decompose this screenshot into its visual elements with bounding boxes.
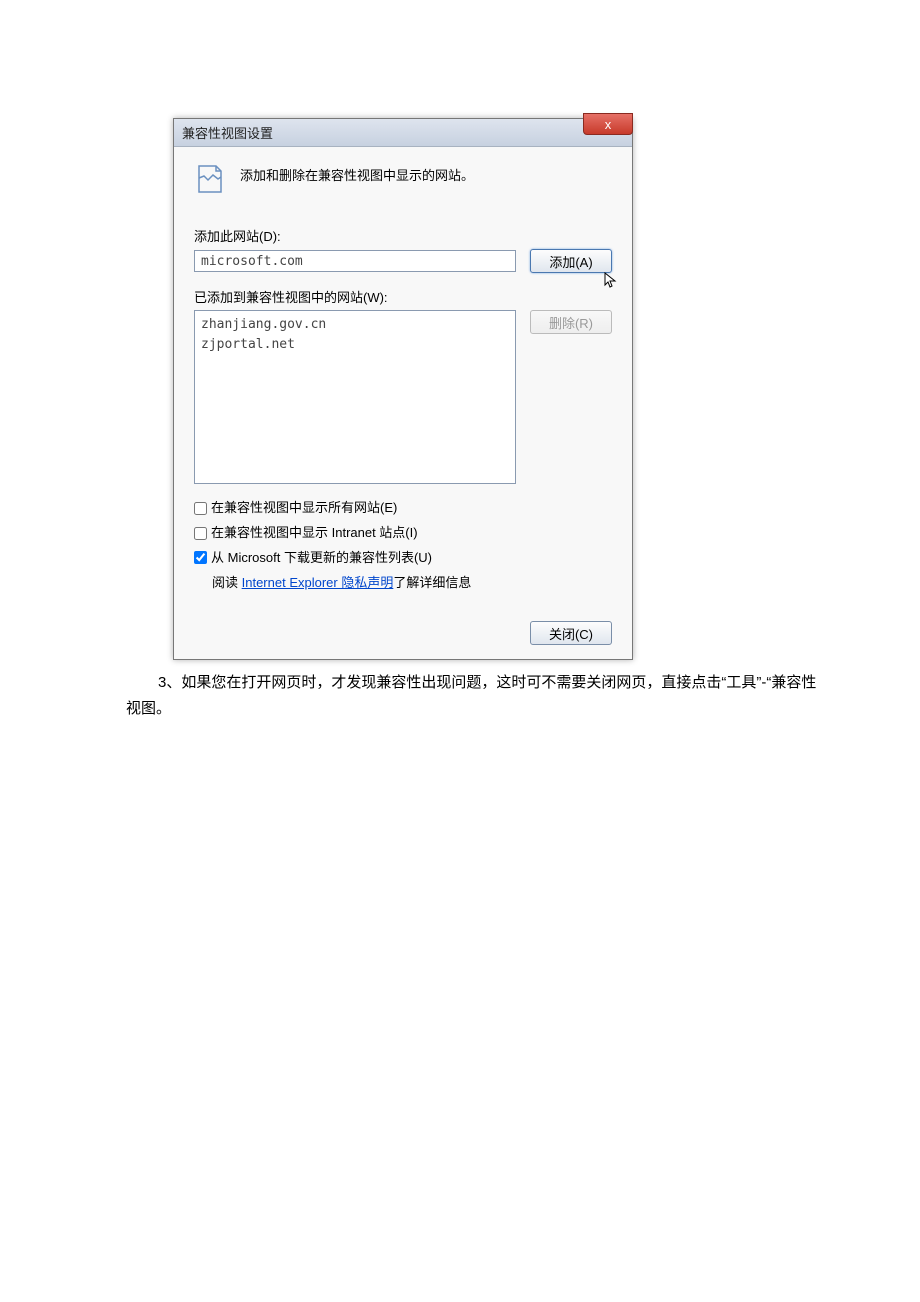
list-item[interactable]: zjportal.net xyxy=(201,335,509,355)
document-paragraph: 3、如果您在打开网页时，才发现兼容性出现问题，这时可不需要关闭网页，直接点击“工… xyxy=(126,670,819,723)
download-list-label: 从 Microsoft 下载更新的兼容性列表(U) xyxy=(211,548,432,569)
footer-row: 关闭(C) xyxy=(194,621,612,645)
close-button[interactable]: 关闭(C) xyxy=(530,621,612,645)
remove-button: 删除(R) xyxy=(530,310,612,334)
dialog-title: 兼容性视图设置 xyxy=(182,123,273,142)
close-icon: x xyxy=(605,117,612,132)
intranet-checkbox[interactable] xyxy=(194,527,207,540)
privacy-prefix: 阅读 xyxy=(212,575,242,590)
download-list-checkbox[interactable] xyxy=(194,551,207,564)
add-button[interactable]: 添加(A) xyxy=(530,249,612,273)
titlebar[interactable]: 兼容性视图设置 x xyxy=(174,119,632,147)
privacy-link[interactable]: Internet Explorer 隐私声明 xyxy=(242,575,394,590)
header-row: 添加和删除在兼容性视图中显示的网站。 xyxy=(194,163,612,198)
download-list-checkbox-row[interactable]: 从 Microsoft 下载更新的兼容性列表(U) xyxy=(194,548,612,569)
privacy-row: 阅读 Internet Explorer 隐私声明了解详细信息 xyxy=(194,572,612,591)
show-all-sites-label: 在兼容性视图中显示所有网站(E) xyxy=(211,498,397,519)
show-all-sites-checkbox-row[interactable]: 在兼容性视图中显示所有网站(E) xyxy=(194,498,612,519)
add-site-input[interactable] xyxy=(194,250,516,272)
header-text: 添加和删除在兼容性视图中显示的网站。 xyxy=(240,163,474,184)
add-site-label: 添加此网站(D): xyxy=(194,226,612,245)
add-site-row: 添加(A) xyxy=(194,249,612,273)
added-sites-label: 已添加到兼容性视图中的网站(W): xyxy=(194,287,612,306)
window-close-button[interactable]: x xyxy=(583,113,633,135)
sites-list-row: zhanjiang.gov.cn zjportal.net 删除(R) xyxy=(194,310,612,484)
list-item[interactable]: zhanjiang.gov.cn xyxy=(201,315,509,335)
sites-listbox[interactable]: zhanjiang.gov.cn zjportal.net xyxy=(194,310,516,484)
intranet-label: 在兼容性视图中显示 Intranet 站点(I) xyxy=(211,523,418,544)
privacy-suffix: 了解详细信息 xyxy=(393,575,471,590)
show-all-sites-checkbox[interactable] xyxy=(194,502,207,515)
dialog-content: 添加和删除在兼容性视图中显示的网站。 添加此网站(D): 添加(A) 已添加到兼… xyxy=(174,147,632,659)
broken-page-icon xyxy=(194,163,226,198)
compatibility-view-dialog: 兼容性视图设置 x 添加和删除在兼容性视图中显示的网站。 添加此网站(D): 添… xyxy=(173,118,633,660)
intranet-checkbox-row[interactable]: 在兼容性视图中显示 Intranet 站点(I) xyxy=(194,523,612,544)
